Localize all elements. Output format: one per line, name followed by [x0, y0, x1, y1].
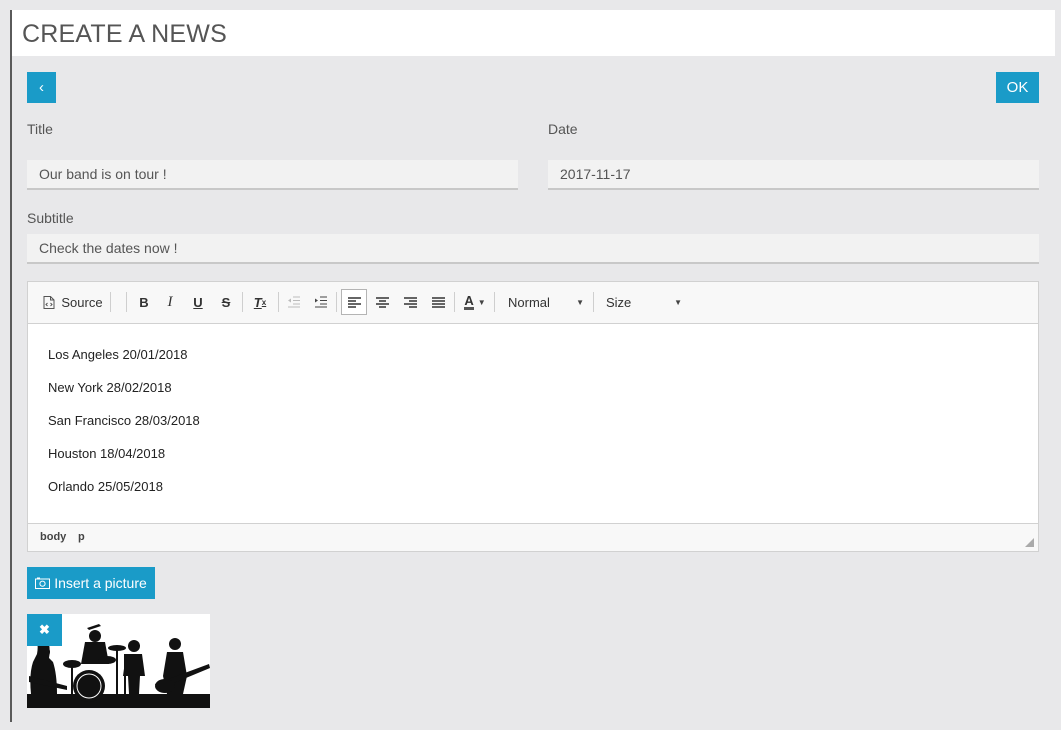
insert-picture-label: Insert a picture	[54, 575, 147, 591]
indent-icon	[315, 296, 327, 308]
source-label: Source	[61, 294, 103, 310]
font-color-button[interactable]: A ▼	[460, 290, 490, 314]
date-input[interactable]: 2017-11-17	[548, 160, 1039, 190]
align-justify-icon	[431, 296, 445, 308]
align-center-icon	[375, 296, 389, 308]
strikethrough-button[interactable]: S	[215, 290, 237, 314]
insert-picture-button[interactable]: Insert a picture	[27, 567, 155, 599]
remove-format-label: T	[253, 294, 262, 310]
path-element-body[interactable]: body	[40, 531, 66, 543]
outdent-icon	[288, 296, 300, 308]
align-right-button[interactable]	[399, 290, 421, 314]
editor-paragraph: Orlando 25/05/2018	[48, 479, 163, 494]
font-color-label: A	[464, 293, 474, 310]
editor-paragraph: New York 28/02/2018	[48, 380, 172, 395]
underline-button[interactable]: U	[187, 290, 209, 314]
chevron-down-icon: ▼	[576, 297, 584, 307]
document-icon	[43, 295, 55, 309]
italic-button[interactable]: I	[159, 290, 181, 314]
toolbar-separator	[126, 292, 127, 312]
camera-icon	[35, 577, 51, 589]
rich-text-editor: Source B I U S Tx A ▼ Normal ▼ Size ▼ Lo…	[27, 281, 1039, 552]
size-select-value: Size	[606, 294, 632, 310]
editor-paragraph: San Francisco 28/03/2018	[48, 413, 200, 428]
editor-element-path: body p	[28, 523, 1038, 551]
subtitle-input[interactable]: Check the dates now !	[27, 234, 1039, 264]
source-button[interactable]: Source	[40, 290, 106, 314]
subtitle-label: Subtitle	[27, 210, 74, 226]
page-title: CREATE A NEWS	[22, 20, 227, 48]
toolbar-separator	[336, 292, 337, 312]
back-button[interactable]: ‹	[27, 72, 56, 103]
outdent-button[interactable]	[283, 290, 305, 314]
size-select[interactable]: Size ▼	[598, 290, 686, 314]
editor-content[interactable]: Los Angeles 20/01/2018 New York 28/02/20…	[28, 324, 1038, 524]
format-select-value: Normal	[508, 294, 550, 310]
align-center-button[interactable]	[371, 290, 393, 314]
toolbar-separator	[593, 292, 594, 312]
resize-handle[interactable]	[1025, 538, 1034, 547]
title-input[interactable]: Our band is on tour !	[27, 160, 518, 190]
ok-button[interactable]: OK	[996, 72, 1039, 103]
left-border-rule	[10, 10, 12, 722]
toolbar-separator	[454, 292, 455, 312]
date-label: Date	[548, 121, 578, 137]
title-label: Title	[27, 121, 53, 137]
page-header: CREATE A NEWS	[12, 10, 1055, 56]
editor-paragraph: Houston 18/04/2018	[48, 446, 166, 461]
indent-button[interactable]	[310, 290, 332, 314]
toolbar-separator	[110, 292, 111, 312]
chevron-down-icon: ▼	[674, 297, 682, 307]
align-right-icon	[403, 296, 417, 308]
chevron-down-icon: ▼	[477, 297, 486, 307]
editor-paragraph: Los Angeles 20/01/2018	[48, 347, 188, 362]
align-justify-button[interactable]	[427, 290, 449, 314]
align-left-icon	[347, 296, 361, 308]
editor-toolbar: Source B I U S Tx A ▼ Normal ▼ Size ▼	[28, 282, 1038, 324]
format-select[interactable]: Normal ▼	[500, 290, 588, 314]
remove-format-button[interactable]: Tx	[248, 290, 272, 314]
align-left-button[interactable]	[341, 289, 367, 315]
remove-picture-button[interactable]: ✖	[27, 614, 62, 646]
toolbar-separator	[494, 292, 495, 312]
toolbar-separator	[242, 292, 243, 312]
path-element-p[interactable]: p	[78, 531, 85, 543]
toolbar-separator	[278, 292, 279, 312]
bold-button[interactable]: B	[133, 290, 155, 314]
clear-x-icon: x	[261, 297, 267, 307]
